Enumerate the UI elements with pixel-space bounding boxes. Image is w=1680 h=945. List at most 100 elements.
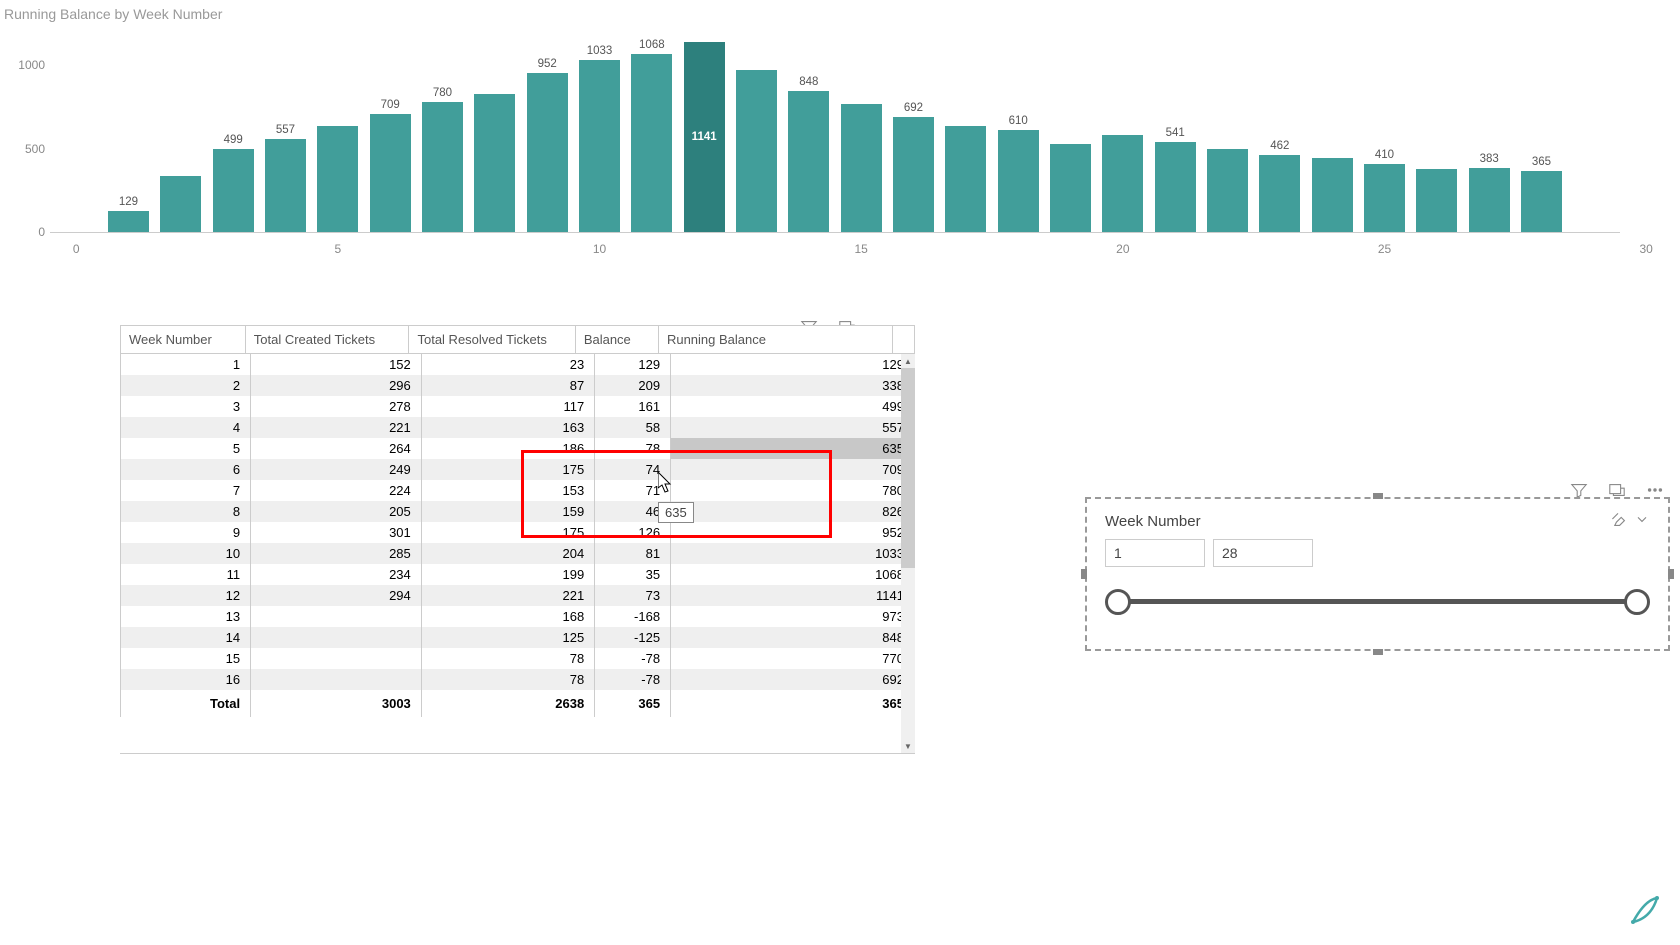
table-cell[interactable]: 7 bbox=[121, 480, 251, 501]
selection-handle[interactable] bbox=[1373, 493, 1383, 499]
table-cell[interactable]: 23 bbox=[421, 354, 594, 375]
table-cell[interactable]: 973 bbox=[671, 606, 915, 627]
chart-bar[interactable] bbox=[1050, 144, 1091, 232]
chart-bar[interactable] bbox=[1207, 149, 1248, 233]
table-cell[interactable]: -168 bbox=[595, 606, 671, 627]
chart-bar[interactable]: 541 bbox=[1155, 142, 1196, 232]
table-row[interactable]: 14125-125848 bbox=[121, 627, 915, 648]
scroll-thumb[interactable] bbox=[901, 368, 915, 568]
chart-bar[interactable] bbox=[317, 126, 358, 232]
table-cell[interactable]: 285 bbox=[251, 543, 422, 564]
table-cell[interactable]: 8 bbox=[121, 501, 251, 522]
table-row[interactable]: 15 78-78770 bbox=[121, 648, 915, 669]
table-cell[interactable]: 224 bbox=[251, 480, 422, 501]
chart-bar[interactable] bbox=[841, 104, 882, 232]
table-cell[interactable] bbox=[251, 606, 422, 627]
scroll-down-icon[interactable]: ▼ bbox=[901, 739, 915, 753]
data-table[interactable]: Week NumberTotal Created TicketsTotal Re… bbox=[120, 325, 915, 354]
selection-handle[interactable] bbox=[1668, 569, 1674, 579]
table-cell[interactable]: -125 bbox=[595, 627, 671, 648]
table-cell[interactable]: 153 bbox=[421, 480, 594, 501]
table-cell[interactable]: -78 bbox=[595, 669, 671, 690]
table-cell[interactable]: 78 bbox=[421, 648, 594, 669]
table-row[interactable]: 11234199351068 bbox=[121, 564, 915, 585]
table-row[interactable]: 722415371780 bbox=[121, 480, 915, 501]
table-cell[interactable]: 159 bbox=[421, 501, 594, 522]
chart-bar[interactable]: 410 bbox=[1364, 164, 1405, 232]
table-row[interactable]: 624917574709 bbox=[121, 459, 915, 480]
chart-canvas[interactable]: 05001000 1294995577097809521033106811418… bbox=[50, 32, 1620, 262]
table-cell[interactable]: 770 bbox=[671, 648, 915, 669]
table-cell[interactable]: 1141 bbox=[671, 585, 915, 606]
table-cell[interactable]: 557 bbox=[671, 417, 915, 438]
chart-bar[interactable]: 129 bbox=[108, 211, 149, 233]
table-cell[interactable]: 692 bbox=[671, 669, 915, 690]
table-cell[interactable]: 73 bbox=[595, 585, 671, 606]
table-cell[interactable]: 635 bbox=[671, 438, 915, 459]
table-cell[interactable] bbox=[251, 648, 422, 669]
table-cell[interactable] bbox=[251, 627, 422, 648]
table-cell[interactable]: 161 bbox=[595, 396, 671, 417]
table-cell[interactable]: 5 bbox=[121, 438, 251, 459]
slider-handle-min[interactable] bbox=[1105, 589, 1131, 615]
chart-bar[interactable]: 952 bbox=[527, 73, 568, 232]
chart-bar[interactable] bbox=[474, 94, 515, 232]
chart-bar[interactable]: 1141 bbox=[684, 42, 725, 232]
table-cell[interactable]: 129 bbox=[671, 354, 915, 375]
table-cell[interactable]: 234 bbox=[251, 564, 422, 585]
table-cell[interactable]: 15 bbox=[121, 648, 251, 669]
chart-bar[interactable]: 499 bbox=[213, 149, 254, 232]
selection-handle[interactable] bbox=[1373, 649, 1383, 655]
table-cell[interactable]: 129 bbox=[595, 354, 671, 375]
chart-bar[interactable] bbox=[160, 176, 201, 232]
chart-bar[interactable]: 709 bbox=[370, 114, 411, 232]
chart-bar[interactable]: 848 bbox=[788, 91, 829, 232]
table-cell[interactable]: 14 bbox=[121, 627, 251, 648]
table-cell[interactable]: -78 bbox=[595, 648, 671, 669]
column-header[interactable]: Running Balance bbox=[658, 326, 892, 354]
chart-bar[interactable]: 692 bbox=[893, 117, 934, 232]
slicer-min-input[interactable] bbox=[1105, 539, 1205, 567]
table-cell[interactable]: 16 bbox=[121, 669, 251, 690]
table-cell[interactable]: 294 bbox=[251, 585, 422, 606]
table-cell[interactable]: 81 bbox=[595, 543, 671, 564]
chart-bar[interactable]: 557 bbox=[265, 139, 306, 232]
table-cell[interactable]: 175 bbox=[421, 459, 594, 480]
table-cell[interactable]: 13 bbox=[121, 606, 251, 627]
table-cell[interactable]: 221 bbox=[251, 417, 422, 438]
table-cell[interactable]: 152 bbox=[251, 354, 422, 375]
table-row[interactable]: 3278117161499 bbox=[121, 396, 915, 417]
slicer-max-input[interactable] bbox=[1213, 539, 1313, 567]
table-cell[interactable]: 278 bbox=[251, 396, 422, 417]
chart-bar[interactable] bbox=[945, 126, 986, 232]
table-cell[interactable]: 71 bbox=[595, 480, 671, 501]
table-cell[interactable] bbox=[251, 669, 422, 690]
table-cell[interactable]: 204 bbox=[421, 543, 594, 564]
table-cell[interactable]: 78 bbox=[421, 669, 594, 690]
table-cell[interactable]: 117 bbox=[421, 396, 594, 417]
table-cell[interactable]: 296 bbox=[251, 375, 422, 396]
table-cell[interactable]: 249 bbox=[251, 459, 422, 480]
column-header[interactable]: Week Number bbox=[121, 326, 246, 354]
table-cell[interactable]: 35 bbox=[595, 564, 671, 585]
table-cell[interactable]: 12 bbox=[121, 585, 251, 606]
table-cell[interactable]: 3 bbox=[121, 396, 251, 417]
slicer-card[interactable]: Week Number bbox=[1085, 497, 1670, 651]
table-cell[interactable]: 4 bbox=[121, 417, 251, 438]
chart-bar[interactable]: 780 bbox=[422, 102, 463, 232]
table-cell[interactable]: 221 bbox=[421, 585, 594, 606]
slider-handle-max[interactable] bbox=[1624, 589, 1650, 615]
table-cell[interactable]: 126 bbox=[595, 522, 671, 543]
table-row[interactable]: 229687209338 bbox=[121, 375, 915, 396]
table-cell[interactable]: 780 bbox=[671, 480, 915, 501]
table-cell[interactable]: 848 bbox=[671, 627, 915, 648]
table-cell[interactable]: 1033 bbox=[671, 543, 915, 564]
table-cell[interactable]: 6 bbox=[121, 459, 251, 480]
table-cell[interactable]: 1 bbox=[121, 354, 251, 375]
table-cell[interactable]: 175 bbox=[421, 522, 594, 543]
chart-bar[interactable] bbox=[1416, 169, 1457, 232]
chart-bar[interactable]: 383 bbox=[1469, 168, 1510, 232]
table-cell[interactable]: 10 bbox=[121, 543, 251, 564]
table-cell[interactable]: 199 bbox=[421, 564, 594, 585]
table-cell[interactable]: 74 bbox=[595, 459, 671, 480]
